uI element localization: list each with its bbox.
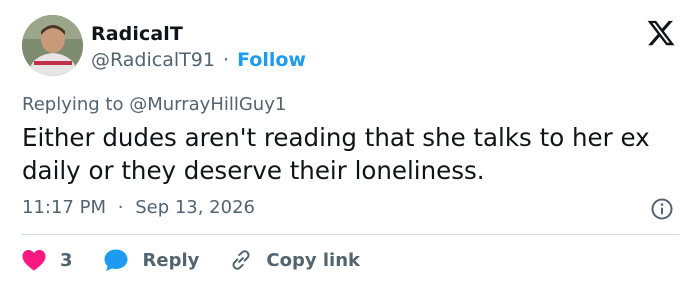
copy-link-button[interactable]: Copy link: [228, 248, 360, 272]
author-name[interactable]: RadicalT: [91, 23, 183, 45]
reply-prefix: Replying to: [22, 94, 124, 115]
reply-mention[interactable]: @MurrayHillGuy1: [129, 94, 286, 115]
avatar[interactable]: [22, 15, 83, 76]
avatar-image: [22, 15, 83, 76]
info-icon[interactable]: [650, 197, 674, 221]
tweet-date: Sep 13, 2026: [135, 197, 255, 218]
reply-button[interactable]: Reply: [103, 248, 200, 272]
author-handle-row: @RadicalT91 · Follow: [91, 49, 306, 71]
like-button[interactable]: 3: [22, 249, 73, 271]
tweet-actions: 3 Reply Copy link: [22, 245, 360, 275]
copy-link-label: Copy link: [266, 249, 360, 271]
author-handle[interactable]: @RadicalT91: [91, 49, 215, 71]
heart-icon: [22, 250, 46, 271]
link-icon: [232, 250, 250, 270]
reply-label: Reply: [142, 249, 200, 271]
tweet-meta[interactable]: 11:17 PM · Sep 13, 2026: [22, 197, 255, 218]
tweet-text: Either dudes aren't reading that she tal…: [22, 123, 650, 185]
like-count: 3: [60, 249, 73, 271]
handle-separator: ·: [222, 49, 230, 71]
x-logo-icon[interactable]: [646, 18, 676, 48]
divider: [22, 234, 679, 235]
meta-separator: ·: [117, 197, 124, 218]
tweet-time: 11:17 PM: [22, 197, 106, 218]
reply-bubble-icon: [104, 249, 128, 271]
follow-button[interactable]: Follow: [237, 49, 306, 71]
reply-context: Replying to @MurrayHillGuy1: [22, 94, 286, 115]
